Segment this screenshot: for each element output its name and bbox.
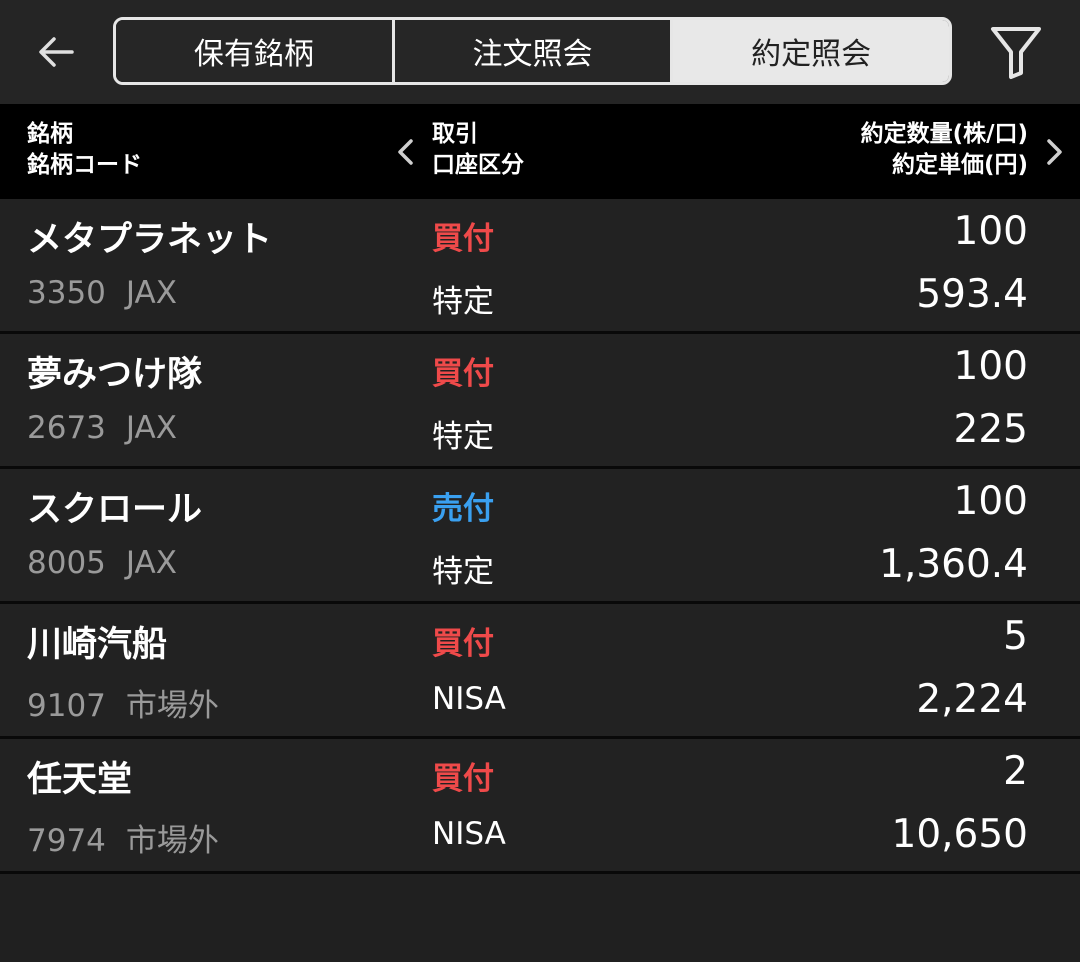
header-price-label: 約定単価(円)	[891, 152, 1028, 178]
executed-price: 1,360.4	[879, 542, 1028, 587]
header-code-label: 銘柄コード	[27, 152, 142, 178]
trade-side: 買付	[432, 356, 494, 392]
executed-quantity: 2	[1003, 749, 1028, 794]
executed-price: 10,650	[891, 812, 1028, 857]
stock-code-number: 8005	[27, 545, 106, 581]
filter-icon	[991, 27, 1041, 79]
stock-code: 9107 市場外	[27, 680, 219, 725]
trade-side: 買付	[432, 626, 494, 662]
market-label: JAX	[125, 545, 177, 581]
stock-code: 7974 市場外	[27, 815, 219, 860]
market-label: 市場外	[125, 688, 219, 724]
market-label: 市場外	[125, 823, 219, 859]
account-type: 特定	[432, 419, 494, 455]
trade-side: 買付	[432, 221, 494, 257]
executed-quantity: 100	[953, 344, 1028, 389]
tab-execution-inquiry[interactable]: 約定照会	[670, 20, 949, 82]
table-row[interactable]: 川崎汽船 9107 市場外 買付 NISA 5 2,224	[0, 604, 1080, 739]
executed-quantity: 100	[953, 479, 1028, 524]
chevron-left-icon[interactable]	[394, 136, 418, 168]
stock-name: 夢みつけ隊	[27, 355, 203, 395]
tab-order-inquiry[interactable]: 注文照会	[391, 20, 671, 82]
stock-name: 任天堂	[27, 760, 133, 800]
account-type: 特定	[432, 284, 494, 320]
stock-code: 8005 JAX	[27, 545, 177, 581]
stock-name: メタプラネット	[27, 220, 273, 260]
header-name-label: 銘柄	[27, 121, 73, 147]
table-row[interactable]: 夢みつけ隊 2673 JAX 買付 特定 100 225	[0, 334, 1080, 469]
executed-price: 2,224	[916, 677, 1028, 722]
header-col-name: 銘柄 銘柄コード	[27, 119, 142, 181]
arrow-left-icon	[39, 37, 74, 67]
stock-name: スクロール	[27, 490, 203, 530]
table-header: 銘柄 銘柄コード 取引 口座区分 約定数量(株/口) 約定単価(円)	[0, 104, 1080, 199]
executed-quantity: 5	[1003, 614, 1028, 659]
stock-code-number: 3350	[27, 275, 106, 311]
stock-code-number: 2673	[27, 410, 106, 446]
back-button[interactable]	[28, 24, 84, 80]
header-col-quantity: 約定数量(株/口) 約定単価(円)	[861, 119, 1028, 181]
trade-side: 買付	[432, 761, 494, 797]
stock-name: 川崎汽船	[27, 625, 168, 665]
top-bar: 保有銘柄 注文照会 約定照会	[0, 0, 1080, 104]
executed-price: 593.4	[916, 272, 1028, 317]
account-type: 特定	[432, 554, 494, 590]
table-row[interactable]: スクロール 8005 JAX 売付 特定 100 1,360.4	[0, 469, 1080, 604]
header-trade-label: 取引	[432, 121, 478, 147]
filter-button[interactable]	[984, 20, 1048, 84]
header-account-label: 口座区分	[432, 152, 524, 178]
tab-holdings[interactable]: 保有銘柄	[116, 20, 392, 82]
stock-code: 3350 JAX	[27, 275, 177, 311]
executed-price: 225	[953, 407, 1028, 452]
header-quantity-label: 約定数量(株/口)	[860, 121, 1028, 147]
table-row[interactable]: 任天堂 7974 市場外 買付 NISA 2 10,650	[0, 739, 1080, 874]
table-row[interactable]: メタプラネット 3350 JAX 買付 特定 100 593.4	[0, 199, 1080, 334]
market-label: JAX	[125, 410, 177, 446]
account-type: NISA	[432, 681, 506, 717]
stock-code: 2673 JAX	[27, 410, 177, 446]
tab-selector: 保有銘柄 注文照会 約定照会	[113, 17, 952, 85]
trade-side: 売付	[432, 491, 494, 527]
stock-code-number: 7974	[27, 823, 106, 859]
executed-quantity: 100	[953, 209, 1028, 254]
stock-code-number: 9107	[27, 688, 106, 724]
market-label: JAX	[125, 275, 177, 311]
chevron-right-icon[interactable]	[1042, 136, 1066, 168]
header-col-trade: 取引 口座区分	[432, 119, 524, 181]
account-type: NISA	[432, 816, 506, 852]
execution-list: メタプラネット 3350 JAX 買付 特定 100 593.4 夢みつけ隊 26…	[0, 199, 1080, 874]
